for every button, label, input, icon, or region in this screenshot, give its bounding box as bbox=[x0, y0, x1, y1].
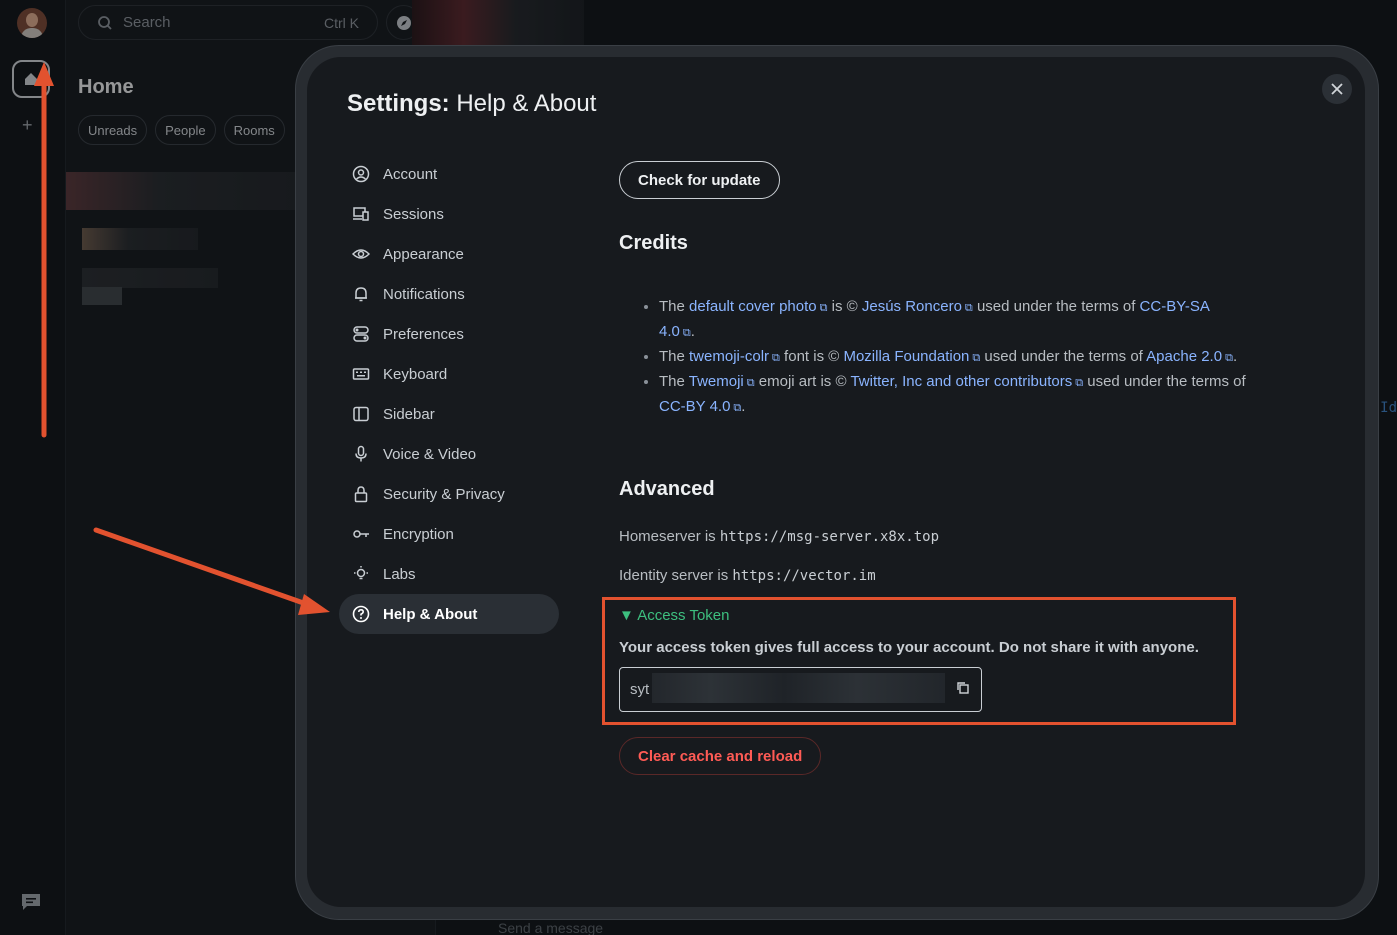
credit-text: is © bbox=[827, 298, 862, 315]
credit-item: The default cover photo ⧉ is © Jesús Ronc… bbox=[659, 295, 1249, 345]
nav-preferences[interactable]: Preferences bbox=[339, 314, 559, 354]
credit-text: used under the terms of bbox=[1083, 373, 1246, 390]
settings-dialog: Settings: Help & About Account Sessions … bbox=[307, 57, 1365, 907]
check-for-update-button[interactable]: Check for update bbox=[619, 161, 780, 199]
nav-label: Appearance bbox=[383, 245, 464, 263]
access-token-redacted bbox=[652, 673, 945, 703]
close-icon bbox=[1331, 83, 1343, 95]
access-token-warning: Your access token gives full access to y… bbox=[619, 639, 1199, 656]
credit-item: The twemoji-colr⧉ font is © Mozilla Foun… bbox=[659, 345, 1249, 370]
help-icon bbox=[352, 605, 370, 623]
credit-text: . bbox=[741, 398, 746, 415]
lightbulb-icon bbox=[352, 565, 370, 583]
homeserver-label: Homeserver is bbox=[619, 528, 720, 545]
credit-text: . bbox=[690, 323, 695, 340]
nav-label: Voice & Video bbox=[383, 445, 477, 463]
credit-item: The Twemoji⧉ emoji art is © Twitter, Inc… bbox=[659, 370, 1249, 420]
jesus-roncero-link[interactable]: Jesús Roncero bbox=[862, 298, 962, 315]
external-link-icon: ⧉ bbox=[772, 352, 780, 364]
twemoji-colr-link[interactable]: twemoji-colr bbox=[689, 348, 769, 365]
close-button[interactable] bbox=[1322, 74, 1352, 104]
cc-by-link[interactable]: CC-BY 4.0 bbox=[659, 398, 730, 415]
nav-sidebar[interactable]: Sidebar bbox=[339, 394, 559, 434]
external-link-icon: ⧉ bbox=[746, 377, 755, 389]
copy-icon[interactable] bbox=[955, 680, 971, 696]
access-token-prefix: syt bbox=[630, 681, 650, 698]
mozilla-foundation-link[interactable]: Mozilla Foundation bbox=[843, 348, 969, 365]
dialog-title-section: Help & About bbox=[449, 90, 597, 117]
credit-text: The bbox=[659, 298, 690, 315]
eye-icon bbox=[352, 245, 370, 263]
preferences-icon bbox=[352, 325, 370, 343]
lock-icon bbox=[352, 485, 370, 503]
homeserver-url: https://msg-server.x8x.top bbox=[719, 529, 940, 545]
account-icon bbox=[352, 165, 370, 183]
app-root: + Search Ctrl K Home Unreads People Room… bbox=[0, 0, 1397, 935]
identity-server-line: Identity server is https://vector.im bbox=[619, 567, 876, 584]
nav-label: Help & About bbox=[383, 605, 478, 623]
access-token-field[interactable]: syt bbox=[619, 667, 982, 712]
nav-help-about[interactable]: Help & About bbox=[339, 594, 559, 634]
sidebar-icon bbox=[352, 405, 370, 423]
nav-label: Encryption bbox=[383, 525, 454, 543]
nav-account[interactable]: Account bbox=[339, 154, 559, 194]
nav-label: Notifications bbox=[383, 285, 465, 303]
nav-labs[interactable]: Labs bbox=[339, 554, 559, 594]
settings-nav: Account Sessions Appearance Notification… bbox=[339, 154, 559, 634]
credit-text: font is © bbox=[779, 348, 844, 365]
credits-list: The default cover photo ⧉ is © Jesús Ronc… bbox=[639, 295, 1249, 420]
nav-label: Preferences bbox=[383, 325, 464, 343]
credit-text: . bbox=[1232, 348, 1238, 365]
credit-text: emoji art is © bbox=[754, 373, 851, 390]
key-icon bbox=[352, 525, 370, 543]
credit-text: The bbox=[659, 373, 689, 390]
nav-appearance[interactable]: Appearance bbox=[339, 234, 559, 274]
credit-text: The bbox=[659, 348, 690, 365]
external-link-icon: ⧉ bbox=[964, 302, 973, 314]
access-token-summary: Access Token bbox=[637, 607, 730, 624]
access-token-toggle[interactable]: ▼ Access Token bbox=[619, 607, 729, 624]
nav-label: Account bbox=[383, 165, 438, 183]
external-link-icon: ⧉ bbox=[1225, 352, 1233, 364]
nav-label: Sidebar bbox=[383, 405, 435, 423]
external-link-icon: ⧉ bbox=[682, 327, 691, 339]
identity-label: Identity server is bbox=[619, 567, 733, 584]
identity-server-url: https://vector.im bbox=[732, 568, 876, 584]
nav-notifications[interactable]: Notifications bbox=[339, 274, 559, 314]
bell-icon bbox=[352, 285, 370, 303]
clear-cache-button[interactable]: Clear cache and reload bbox=[619, 737, 822, 775]
nav-label: Labs bbox=[383, 565, 416, 583]
nav-sessions[interactable]: Sessions bbox=[339, 194, 559, 234]
external-link-icon: ⧉ bbox=[1075, 377, 1084, 389]
twemoji-link[interactable]: Twemoji bbox=[689, 373, 744, 390]
nav-label: Keyboard bbox=[383, 365, 448, 383]
default-cover-photo-link[interactable]: default cover photo bbox=[689, 298, 817, 315]
access-token-highlight: ▼ Access Token Your access token gives f… bbox=[602, 597, 1236, 725]
nav-voice-video[interactable]: Voice & Video bbox=[339, 434, 559, 474]
credit-text: used under the terms of bbox=[980, 348, 1147, 365]
dialog-title-prefix: Settings: bbox=[347, 90, 450, 117]
credits-heading: Credits bbox=[619, 232, 688, 254]
microphone-icon bbox=[352, 445, 370, 463]
advanced-heading: Advanced bbox=[619, 478, 715, 500]
triangle-down-icon: ▼ bbox=[619, 607, 634, 624]
nav-label: Sessions bbox=[383, 205, 444, 223]
credit-text: used under the terms of bbox=[972, 298, 1140, 315]
twitter-contributors-link[interactable]: Twitter, Inc and other contributors bbox=[850, 373, 1072, 390]
nav-security-privacy[interactable]: Security & Privacy bbox=[339, 474, 559, 514]
dialog-title: Settings: Help & About bbox=[347, 90, 596, 118]
apache-link[interactable]: Apache 2.0 bbox=[1146, 348, 1222, 365]
nav-keyboard[interactable]: Keyboard bbox=[339, 354, 559, 394]
nav-label: Security & Privacy bbox=[383, 485, 505, 503]
keyboard-icon bbox=[352, 365, 370, 383]
homeserver-line: Homeserver is https://msg-server.x8x.top bbox=[619, 528, 939, 545]
nav-encryption[interactable]: Encryption bbox=[339, 514, 559, 554]
sessions-icon bbox=[352, 205, 370, 223]
